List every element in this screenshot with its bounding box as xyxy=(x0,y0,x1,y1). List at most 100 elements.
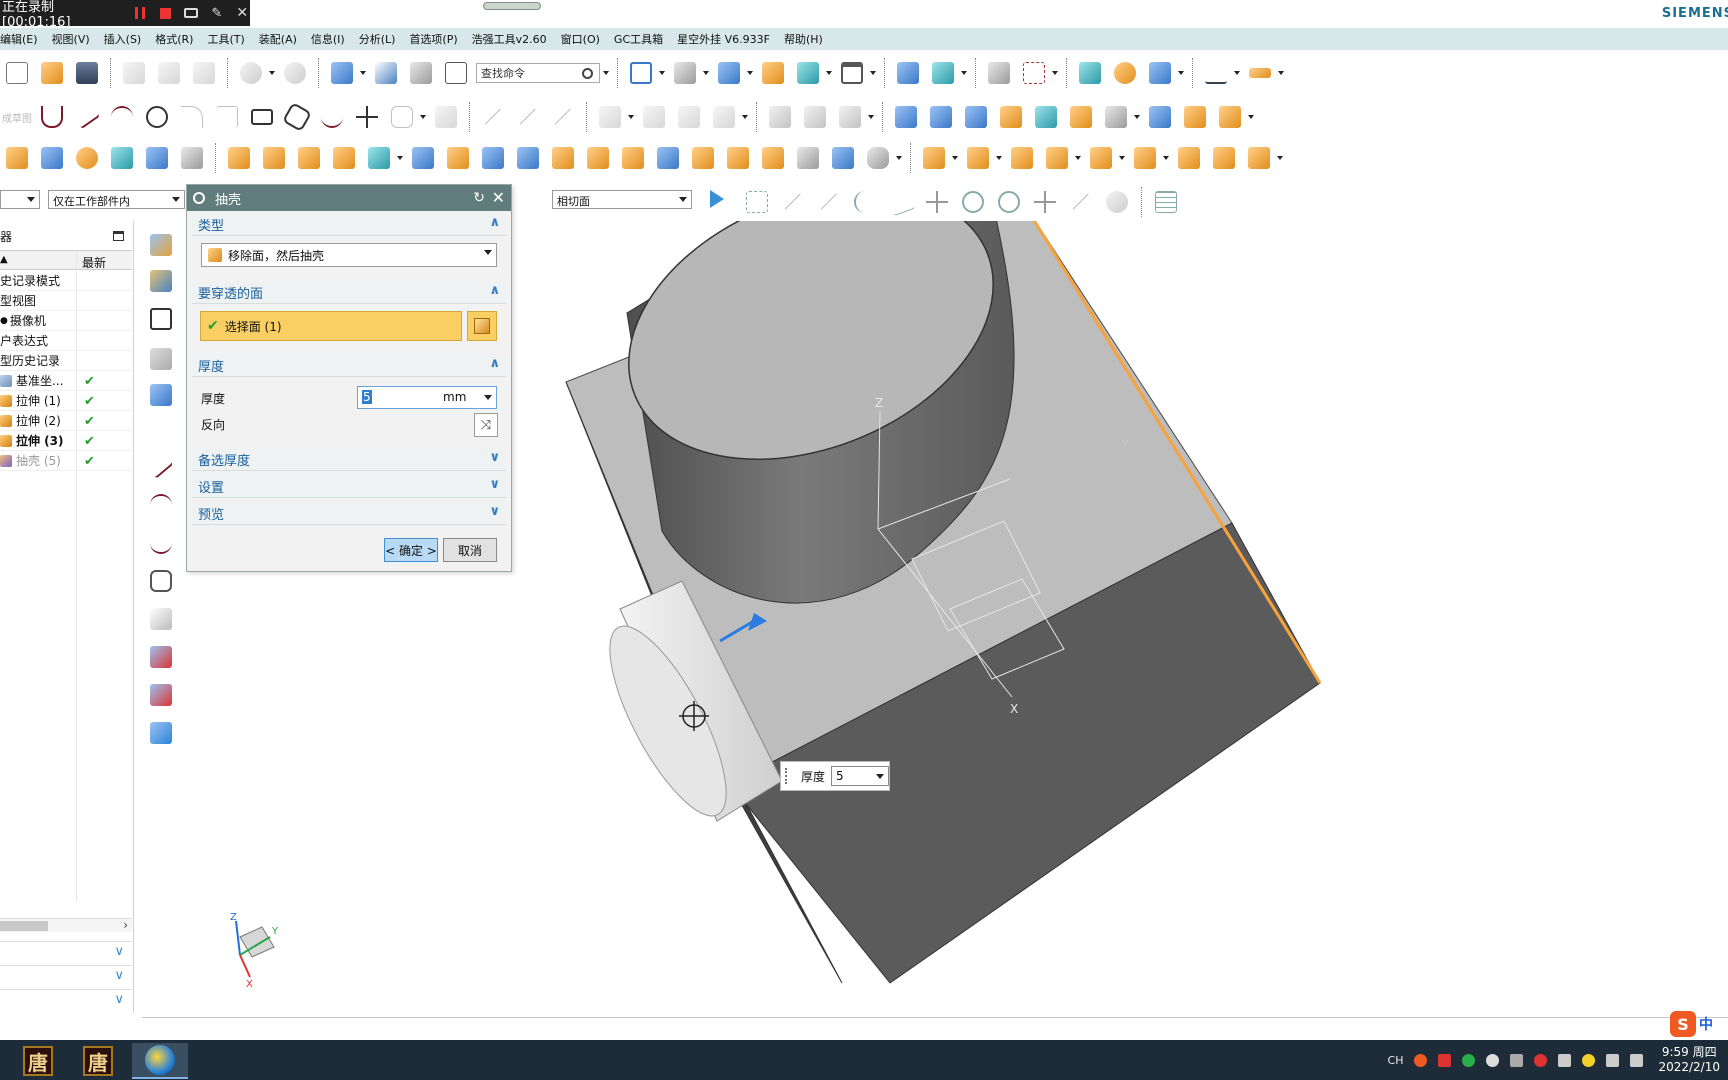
maximize-icon[interactable] xyxy=(113,231,124,241)
chevron-down-icon[interactable]: ∨ xyxy=(489,504,500,519)
sheet-metal-icon[interactable] xyxy=(408,143,438,173)
transform-icon[interactable] xyxy=(928,58,958,88)
show-constraints-icon[interactable] xyxy=(674,102,704,132)
chevron-down-icon[interactable] xyxy=(1178,71,1184,75)
assembly-navigator-icon[interactable] xyxy=(147,231,175,259)
stop-at-intersection-icon[interactable] xyxy=(706,188,728,210)
face-rule-dropdown[interactable]: 相切面 xyxy=(552,190,692,209)
chevron-down-icon[interactable] xyxy=(659,71,665,75)
chevron-down-icon[interactable] xyxy=(1234,71,1240,75)
part-navigator-icon[interactable] xyxy=(984,58,1014,88)
network-tray-icon[interactable] xyxy=(1606,1053,1620,1067)
chevron-down-icon[interactable]: ∨ xyxy=(114,944,124,959)
menu-haoqiang-tools[interactable]: 浩强工具v2.60 xyxy=(465,31,554,47)
taskbar-app-tang-2[interactable]: 唐 xyxy=(70,1043,126,1079)
thread-icon[interactable] xyxy=(177,143,207,173)
layer-settings-icon[interactable] xyxy=(758,58,788,88)
geometric-constraints-icon[interactable] xyxy=(639,102,669,132)
scrollbar-thumb[interactable] xyxy=(0,921,48,931)
cancel-button[interactable]: 取消 xyxy=(443,538,497,562)
section-faces-header[interactable]: 要穿透的面 ∧ xyxy=(192,282,506,304)
point-icon[interactable] xyxy=(352,102,382,132)
quadrant-snap-icon[interactable] xyxy=(994,187,1024,217)
chevron-down-icon[interactable] xyxy=(896,156,902,160)
tree-item-shell-5[interactable]: 抽壳 (5) ✔ xyxy=(0,451,132,471)
delete-icon[interactable] xyxy=(147,305,175,333)
mirror-curve-icon[interactable] xyxy=(765,102,795,132)
save-icon[interactable] xyxy=(72,58,102,88)
tree-item-datum-csys[interactable]: 基准坐... ✔ xyxy=(0,371,132,391)
record-tray-icon[interactable] xyxy=(1534,1053,1548,1067)
chevron-down-icon[interactable] xyxy=(420,115,426,119)
offset-face-icon[interactable] xyxy=(688,143,718,173)
chevron-down-icon[interactable] xyxy=(628,115,634,119)
chevron-down-icon[interactable] xyxy=(1075,156,1081,160)
info-icon[interactable] xyxy=(441,58,471,88)
dialog-title-bar[interactable]: 抽壳 ↻ ✕ xyxy=(187,185,511,211)
chevron-down-icon[interactable]: ∨ xyxy=(489,477,500,492)
draft-icon[interactable] xyxy=(478,143,508,173)
midpoint-snap-icon[interactable] xyxy=(814,187,844,217)
chevron-right-icon[interactable]: › xyxy=(123,918,128,932)
tree-item-model-history[interactable]: 型历史记录 xyxy=(0,351,132,371)
chevron-down-icon[interactable] xyxy=(269,71,275,75)
menu-preferences[interactable]: 首选项(P) xyxy=(402,31,464,47)
quick-extend-icon[interactable] xyxy=(513,102,543,132)
polygon-icon[interactable] xyxy=(281,101,313,133)
menu-edit[interactable]: 编辑(E) xyxy=(0,31,45,47)
gear-icon[interactable] xyxy=(1110,58,1140,88)
taskbar-app-nx[interactable] xyxy=(132,1043,188,1079)
pattern-feature-icon[interactable] xyxy=(259,143,289,173)
analysis-icon[interactable] xyxy=(1075,58,1105,88)
trim-body-icon[interactable] xyxy=(513,143,543,173)
extension-sheet-icon[interactable] xyxy=(1215,102,1245,132)
chevron-down-icon[interactable] xyxy=(868,115,874,119)
chevron-down-icon[interactable] xyxy=(1052,71,1058,75)
fillet-icon[interactable] xyxy=(177,102,207,132)
undo-icon[interactable] xyxy=(236,58,266,88)
point-on-curve-snap-icon[interactable] xyxy=(1066,187,1096,217)
unite-icon[interactable] xyxy=(329,143,359,173)
tree-item-cameras[interactable]: ● 摄像机 xyxy=(0,311,132,331)
spline-tool-icon[interactable] xyxy=(147,529,175,557)
linked-face-icon[interactable] xyxy=(1209,143,1239,173)
move-to-layer-icon[interactable] xyxy=(793,58,823,88)
datum-axis-icon[interactable] xyxy=(793,143,823,173)
menu-window[interactable]: 窗口(O) xyxy=(554,31,607,47)
subtract-icon[interactable] xyxy=(364,143,394,173)
copy-icon[interactable] xyxy=(154,58,184,88)
stop-icon[interactable] xyxy=(158,5,173,21)
ruled-icon[interactable] xyxy=(1066,102,1096,132)
revolve-icon[interactable] xyxy=(37,143,67,173)
window-layout-icon[interactable] xyxy=(406,58,436,88)
through-curves-icon[interactable] xyxy=(891,102,921,132)
redo-icon[interactable] xyxy=(280,58,310,88)
select-face-row[interactable]: ✔ 选择面 (1) xyxy=(200,311,462,341)
chevron-down-icon[interactable] xyxy=(747,71,753,75)
through-curve-mesh-icon[interactable] xyxy=(926,102,956,132)
section-preview-header[interactable]: 预览 ∨ xyxy=(192,503,506,525)
system-clock[interactable]: 9:59 周四 2022/2/10 xyxy=(1658,1045,1720,1075)
project-curve-icon[interactable] xyxy=(835,102,865,132)
menu-view[interactable]: 视图(V) xyxy=(45,31,97,47)
menu-assembly[interactable]: 装配(A) xyxy=(252,31,304,47)
endpoint-snap-icon[interactable] xyxy=(742,187,772,217)
delete-face-icon[interactable] xyxy=(1007,143,1037,173)
menu-information[interactable]: 信息(I) xyxy=(304,31,352,47)
snap-point-icon[interactable] xyxy=(1201,58,1231,88)
delete-body-icon[interactable] xyxy=(1130,143,1160,173)
menu-help[interactable]: 帮助(H) xyxy=(777,31,830,47)
offset-curve-tool-icon[interactable] xyxy=(147,567,175,595)
sogou-tray-icon[interactable] xyxy=(1414,1053,1428,1067)
project-curve-tool-icon[interactable] xyxy=(147,605,175,633)
selection-filter-dropdown[interactable] xyxy=(0,190,40,209)
menu-gc-toolkit[interactable]: GC工具箱 xyxy=(607,31,670,47)
move-object-icon[interactable] xyxy=(893,58,923,88)
chevron-down-icon[interactable] xyxy=(961,71,967,75)
chevron-down-icon[interactable]: ∨ xyxy=(114,968,124,983)
chevron-down-icon[interactable] xyxy=(742,115,748,119)
chamfer-feature-icon[interactable] xyxy=(618,143,648,173)
rapid-dimension-icon[interactable] xyxy=(595,102,625,132)
emboss-icon[interactable] xyxy=(224,143,254,173)
chevron-down-icon[interactable] xyxy=(996,156,1002,160)
